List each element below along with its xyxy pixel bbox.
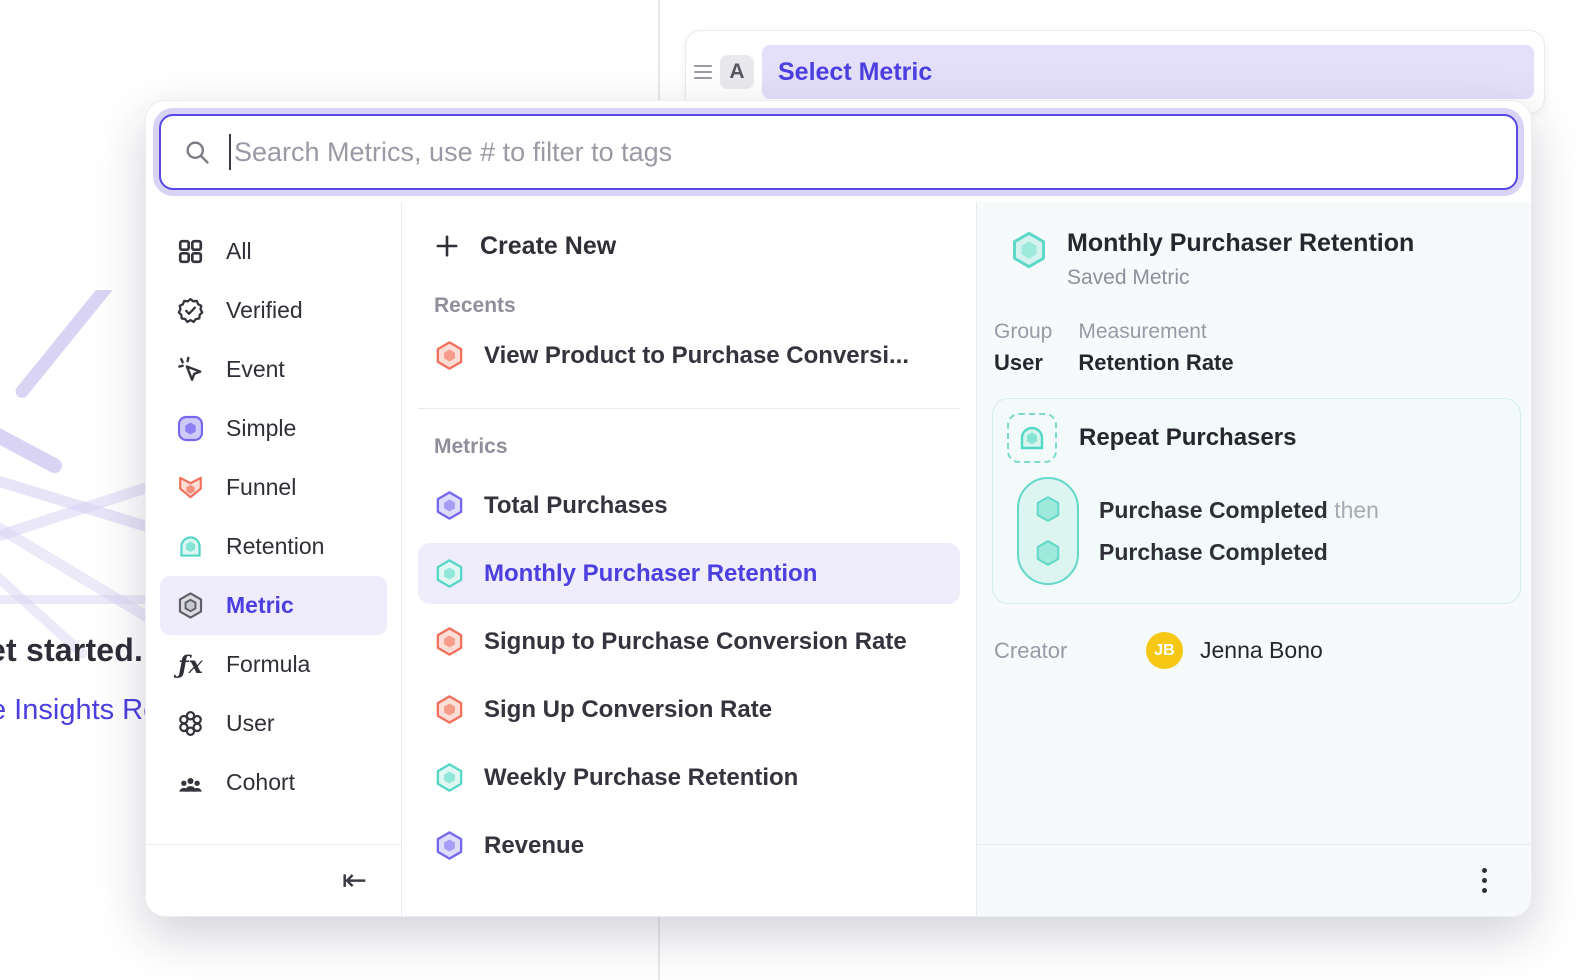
sidebar-item-all[interactable]: All (160, 222, 387, 281)
metric-item[interactable]: Total Purchases (418, 475, 960, 536)
grid-icon (176, 237, 205, 266)
retention-metric-icon (434, 558, 465, 589)
group-label: Group (994, 320, 1052, 344)
simple-metric-icon (434, 830, 465, 861)
metric-meta: Group Measurement User Retention Rate (977, 320, 1531, 376)
background-heading-fragment: et started. (0, 632, 143, 669)
metric-list-column: Create New Recents View Product to Purch… (402, 202, 977, 916)
funnel-steps-capsule (1017, 477, 1079, 585)
recent-item[interactable]: View Product to Purchase Conversi... (418, 325, 960, 386)
creator-avatar[interactable]: JB (1146, 632, 1183, 669)
metric-detail-subtitle: Saved Metric (1067, 266, 1414, 290)
metric-item[interactable]: Sign Up Conversion Rate (418, 679, 960, 740)
user-cluster-icon (176, 709, 205, 738)
sidebar-footer: ⇤ (146, 844, 401, 916)
creator-row: Creator JB Jenna Bono (977, 632, 1531, 669)
simple-metric-icon (434, 490, 465, 521)
metric-item-selected[interactable]: Monthly Purchaser Retention (418, 543, 960, 604)
formula-fx-icon: ƒx (176, 650, 205, 679)
drag-handle-icon[interactable] (694, 65, 712, 79)
creator-label: Creator (994, 638, 1146, 664)
series-a-badge[interactable]: A (720, 55, 754, 89)
search-input[interactable] (234, 137, 1494, 168)
metric-item[interactable]: Signup to Purchase Conversion Rate (418, 611, 960, 672)
sidebar-item-retention[interactable]: Retention (160, 517, 387, 576)
measurement-value: Retention Rate (1078, 350, 1233, 376)
funnel-hexagon-icon (176, 473, 205, 502)
search-section (146, 101, 1531, 202)
metric-item[interactable]: Revenue (418, 815, 960, 876)
type-filter-sidebar: All Verified Event (146, 202, 402, 916)
recents-header: Recents (402, 294, 976, 318)
repeat-purchasers-card: Repeat Purchasers Purchase Completed the… (992, 398, 1521, 604)
metric-details-panel: Monthly Purchaser Retention Saved Metric… (977, 202, 1531, 916)
simple-hexagon-icon (176, 414, 205, 443)
search-icon (183, 138, 211, 166)
step-hexagon-icon (1033, 494, 1063, 524)
step-hexagon-icon (1033, 538, 1063, 568)
group-value: User (994, 350, 1052, 376)
details-footer (977, 844, 1531, 916)
background-link-fragment[interactable]: e Insights Re (0, 694, 159, 727)
metric-item[interactable]: Weekly Purchase Retention (418, 747, 960, 808)
step-connector: then (1334, 497, 1379, 523)
metric-hexagon-icon (176, 591, 205, 620)
text-cursor (229, 134, 231, 170)
list-divider (418, 408, 960, 409)
retention-arch-icon (176, 532, 205, 561)
metric-detail-hexagon-icon (1009, 230, 1049, 270)
metric-picker-modal: All Verified Event (145, 100, 1532, 917)
measurement-label: Measurement (1078, 320, 1233, 344)
screen: et started. e Insights Re A Select Metri… (0, 0, 1576, 980)
creator-name: Jenna Bono (1200, 637, 1323, 664)
plus-icon (434, 233, 460, 259)
metrics-header: Metrics (402, 435, 976, 459)
collapse-sidebar-icon[interactable]: ⇤ (342, 866, 367, 896)
sidebar-item-event[interactable]: Event (160, 340, 387, 399)
retention-metric-icon (434, 762, 465, 793)
search-box[interactable] (159, 114, 1518, 190)
funnel-metric-icon (434, 694, 465, 725)
verified-badge-icon (176, 296, 205, 325)
select-metric-button[interactable]: Select Metric (762, 45, 1534, 99)
funnel-step-1: Purchase Completed then (1099, 489, 1379, 531)
repeat-purchasers-title: Repeat Purchasers (1079, 424, 1296, 452)
sidebar-item-metric[interactable]: Metric (160, 576, 387, 635)
sidebar-item-verified[interactable]: Verified (160, 281, 387, 340)
cohort-people-icon (176, 768, 205, 797)
sidebar-item-funnel[interactable]: Funnel (160, 458, 387, 517)
sidebar-item-cohort[interactable]: Cohort (160, 753, 387, 812)
cursor-click-icon (176, 355, 205, 384)
create-new-button[interactable]: Create New (402, 224, 976, 268)
funnel-metric-icon (434, 626, 465, 657)
more-options-icon[interactable] (1476, 862, 1493, 899)
sidebar-item-simple[interactable]: Simple (160, 399, 387, 458)
metric-detail-title: Monthly Purchaser Retention (1067, 228, 1414, 258)
funnel-metric-icon (434, 340, 465, 371)
retention-dashed-icon (1007, 413, 1057, 463)
funnel-step-2: Purchase Completed (1099, 531, 1379, 573)
sidebar-item-formula[interactable]: ƒx Formula (160, 635, 387, 694)
sidebar-item-user[interactable]: User (160, 694, 387, 753)
